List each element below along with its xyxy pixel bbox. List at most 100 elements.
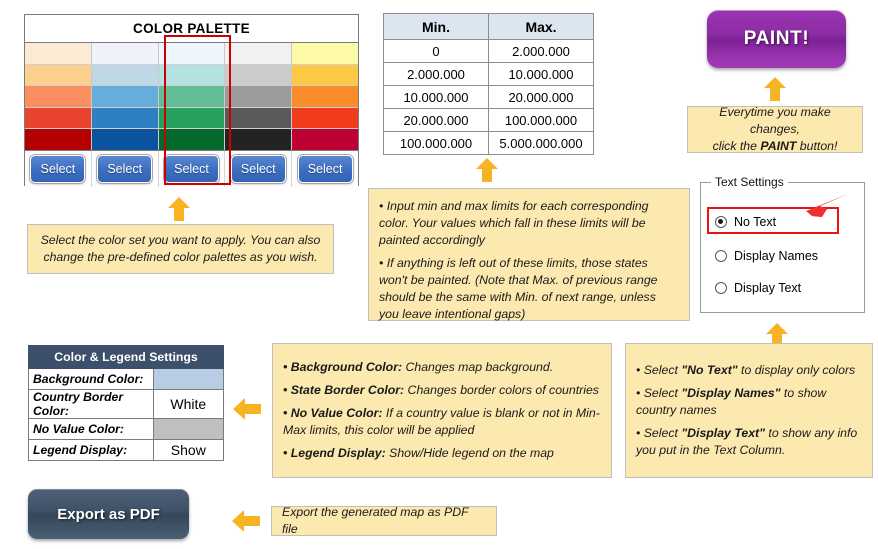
swatch[interactable] — [25, 86, 91, 108]
row-value-country-border-color[interactable]: White — [152, 389, 225, 419]
swatch[interactable] — [292, 86, 358, 108]
radio-icon-display-names[interactable] — [715, 250, 727, 262]
max-cell[interactable]: 100.000.000 — [488, 108, 594, 132]
palette-column-blue[interactable] — [91, 43, 159, 150]
min-max-table[interactable]: Min. Max. 0 2.000.000 2.000.000 10.000.0… — [383, 13, 594, 155]
swatch[interactable] — [225, 64, 292, 87]
swatch[interactable] — [158, 86, 225, 108]
palette-column-orange-red[interactable] — [25, 43, 92, 150]
select-button-cell-5: Select — [292, 151, 358, 187]
swatch[interactable] — [292, 43, 358, 65]
note-export: Export the generated map as PDF file — [271, 505, 497, 536]
swatch[interactable] — [25, 64, 91, 87]
swatch[interactable] — [292, 107, 358, 130]
swatch[interactable] — [225, 86, 292, 108]
table-row[interactable]: Country Border Color: White — [28, 389, 225, 419]
table-header-row: Min. Max. — [383, 13, 594, 40]
radio-label-display-text: Display Text — [734, 281, 802, 295]
table-row[interactable]: 0 2.000.000 — [383, 39, 594, 63]
min-cell[interactable]: 100.000.000 — [383, 131, 489, 155]
radio-option-no-text[interactable]: No Text — [715, 215, 776, 229]
arrow-pointer-icon-red — [800, 192, 850, 222]
max-cell[interactable]: 10.000.000 — [488, 62, 594, 86]
select-button-3[interactable]: Select — [163, 155, 219, 183]
note-cl-b1-text: Changes map background. — [402, 360, 554, 375]
note-paint-line2: click the PAINT button! — [698, 138, 852, 155]
row-value-background-color[interactable] — [152, 368, 225, 390]
min-cell[interactable]: 0 — [383, 39, 489, 63]
note-ts-b2-pre: • Select — [636, 386, 682, 401]
swatch[interactable] — [225, 107, 292, 130]
max-cell[interactable]: 20.000.000 — [488, 85, 594, 109]
swatch[interactable] — [25, 43, 91, 65]
swatch[interactable] — [225, 129, 292, 150]
note-minmax: • Input min and max limits for each corr… — [368, 188, 690, 321]
max-cell[interactable]: 5.000.000.000 — [488, 131, 594, 155]
note-minmax-bullet1: • Input min and max limits for each corr… — [379, 199, 649, 247]
select-button-cell-3: Select — [159, 151, 226, 187]
radio-label-no-text: No Text — [734, 215, 777, 229]
max-cell[interactable]: 2.000.000 — [488, 39, 594, 63]
note-ts-b1-bold: "No Text" — [681, 363, 738, 378]
swatch[interactable] — [25, 107, 91, 130]
note-cl-b4-text: Show/Hide legend on the map — [385, 445, 554, 460]
table-row[interactable]: Background Color: — [28, 368, 225, 390]
row-label-country-border-color: Country Border Color: — [28, 389, 154, 419]
palette-column-yellow-crimson[interactable] — [292, 43, 358, 150]
note-cl-b2-text: Changes border colors of countries — [404, 383, 599, 398]
row-value-no-value-color[interactable] — [152, 418, 225, 440]
palette-column-gray[interactable] — [225, 43, 293, 150]
select-button-4[interactable]: Select — [230, 155, 286, 183]
swatch[interactable] — [158, 107, 225, 130]
table-row[interactable]: 100.000.000 5.000.000.000 — [383, 131, 594, 155]
paint-button[interactable]: PAINT! — [707, 10, 846, 68]
table-row[interactable]: Legend Display: Show — [28, 439, 225, 461]
arrow-up-icon-paint — [762, 76, 788, 102]
color-palette-panel: COLOR PALETTE Select Select Select Selec… — [24, 14, 359, 187]
note-ts-bullet1: • Select "No Text" to display only color… — [636, 362, 862, 379]
radio-icon-no-text[interactable] — [715, 216, 727, 228]
table-row[interactable]: 20.000.000 100.000.000 — [383, 108, 594, 132]
note-paint-line2-post: button! — [796, 138, 838, 153]
row-value-legend-display[interactable]: Show — [152, 439, 225, 461]
table-row[interactable]: 2.000.000 10.000.000 — [383, 62, 594, 86]
note-paint-line2-pre: click the — [712, 138, 761, 153]
swatch[interactable] — [91, 86, 158, 108]
row-label-no-value-color: No Value Color: — [28, 418, 154, 440]
arrow-left-icon-export — [231, 508, 261, 534]
swatch[interactable] — [225, 43, 292, 65]
note-cl-bullet2: • State Border Color: Changes border col… — [283, 382, 601, 399]
palette-column-green[interactable] — [158, 43, 226, 150]
swatch[interactable] — [158, 64, 225, 87]
select-button-2[interactable]: Select — [97, 155, 153, 183]
note-paint-line2-bold: PAINT — [760, 138, 797, 153]
palette-select-buttons: Select Select Select Select Select — [25, 150, 358, 187]
radio-option-display-names[interactable]: Display Names — [715, 249, 818, 263]
note-cl-bullet1: • Background Color: Changes map backgrou… — [283, 359, 601, 376]
swatch[interactable] — [158, 43, 225, 65]
min-cell[interactable]: 10.000.000 — [383, 85, 489, 109]
swatch[interactable] — [91, 129, 158, 150]
note-ts-bullet3: • Select "Display Text" to show any info… — [636, 425, 862, 459]
arrow-left-icon-color-legend — [232, 396, 262, 422]
min-cell[interactable]: 2.000.000 — [383, 62, 489, 86]
swatch[interactable] — [91, 64, 158, 87]
color-legend-settings-table[interactable]: Color & Legend Settings Background Color… — [28, 345, 225, 461]
table-row[interactable]: No Value Color: — [28, 418, 225, 440]
swatch[interactable] — [292, 64, 358, 87]
table-row[interactable]: 10.000.000 20.000.000 — [383, 85, 594, 109]
swatch[interactable] — [292, 129, 358, 150]
select-button-5[interactable]: Select — [297, 155, 353, 183]
min-cell[interactable]: 20.000.000 — [383, 108, 489, 132]
note-ts-b1-post: to display only colors — [737, 363, 856, 378]
swatch[interactable] — [91, 43, 158, 65]
export-as-pdf-button[interactable]: Export as PDF — [28, 489, 189, 539]
radio-icon-display-text[interactable] — [715, 282, 727, 294]
radio-label-display-names: Display Names — [734, 249, 819, 263]
select-button-1[interactable]: Select — [30, 155, 86, 183]
radio-option-display-text[interactable]: Display Text — [715, 281, 801, 295]
swatch[interactable] — [25, 129, 91, 150]
swatch[interactable] — [158, 129, 225, 150]
swatch[interactable] — [91, 107, 158, 130]
note-palette: Select the color set you want to apply. … — [27, 224, 334, 274]
